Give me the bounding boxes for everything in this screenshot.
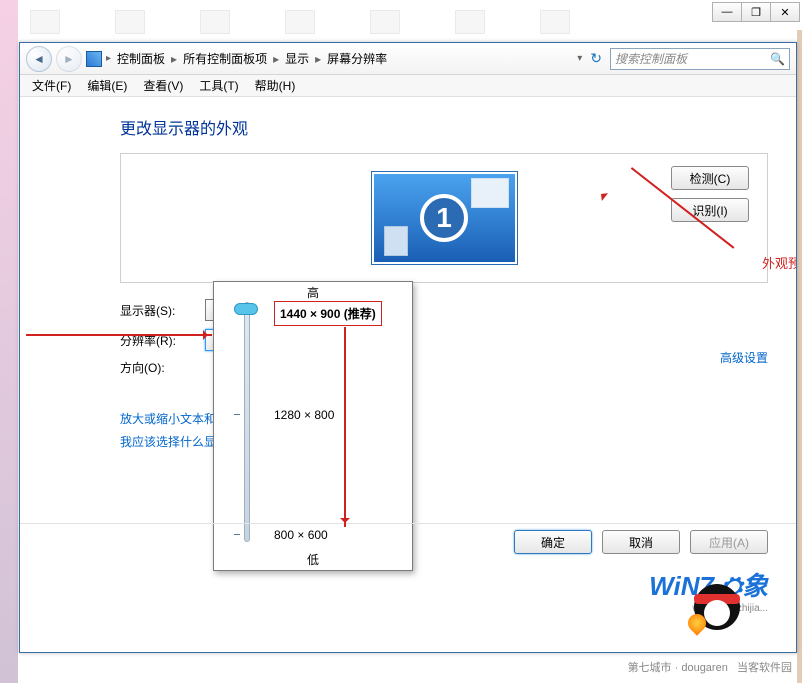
- close-button[interactable]: ✕: [770, 2, 800, 22]
- monitor-thumbnail[interactable]: 1: [372, 172, 517, 264]
- menu-view[interactable]: 查看(V): [135, 74, 191, 97]
- page-title: 更改显示器的外观: [120, 115, 768, 139]
- display-preview: 1 检测(C) 识别(I): [120, 153, 768, 283]
- resolution-slider-popup[interactable]: 高 1440 × 900 (推荐) 1280 × 800 800 × 600 低: [213, 281, 413, 571]
- watermark-footer: 第七城市 · dougaren 当客软件园: [628, 659, 792, 675]
- back-button[interactable]: ◄: [26, 46, 52, 72]
- orientation-label: 方向(O):: [120, 359, 205, 376]
- anno-down-arrow: [344, 327, 346, 527]
- menu-file[interactable]: 文件(F): [24, 74, 79, 97]
- slider-thumb[interactable]: [234, 303, 258, 315]
- minimize-button[interactable]: —: [712, 2, 742, 22]
- resolution-option-1280x800[interactable]: 1280 × 800: [274, 408, 334, 422]
- menu-tools[interactable]: 工具(T): [191, 74, 246, 97]
- slider-track[interactable]: [244, 302, 250, 542]
- search-placeholder: 搜索控制面板: [615, 50, 687, 67]
- explorer-window: ◄ ► ▸ 控制面板▸ 所有控制面板项▸ 显示▸ 屏幕分辨率 ▾ ↻ 搜索控制面…: [19, 42, 797, 653]
- advanced-settings-link[interactable]: 高级设置: [720, 349, 768, 366]
- slider-high-label: 高: [214, 282, 412, 303]
- maximize-button[interactable]: ❐: [741, 2, 771, 22]
- nav-bar: ◄ ► ▸ 控制面板▸ 所有控制面板项▸ 显示▸ 屏幕分辨率 ▾ ↻ 搜索控制面…: [20, 43, 796, 75]
- monitor-number: 1: [436, 202, 452, 234]
- resolution-option-800x600[interactable]: 800 × 600: [274, 528, 328, 542]
- refresh-icon[interactable]: ↻: [586, 50, 606, 67]
- menu-help[interactable]: 帮助(H): [247, 74, 304, 97]
- identify-button[interactable]: 识别(I): [671, 198, 749, 222]
- menu-bar: 文件(F) 编辑(E) 查看(V) 工具(T) 帮助(H): [20, 75, 796, 97]
- crumb-all-items[interactable]: 所有控制面板项: [181, 48, 269, 69]
- display-label: 显示器(S):: [120, 302, 205, 319]
- apply-button[interactable]: 应用(A): [690, 530, 768, 554]
- detect-button[interactable]: 检测(C): [671, 166, 749, 190]
- qq-penguin-icon: [688, 572, 746, 630]
- crumb-resolution[interactable]: 屏幕分辨率: [325, 48, 389, 69]
- forward-button[interactable]: ►: [56, 46, 82, 72]
- ok-button[interactable]: 确定: [514, 530, 592, 554]
- search-icon: 🔍: [770, 52, 785, 66]
- control-panel-icon: [86, 51, 102, 67]
- anno-slider-arrow: [26, 334, 212, 336]
- breadcrumb: 控制面板▸ 所有控制面板项▸ 显示▸ 屏幕分辨率: [115, 48, 389, 69]
- slider-low-label: 低: [214, 551, 412, 568]
- crumb-display[interactable]: 显示: [283, 48, 311, 69]
- crumb-control-panel[interactable]: 控制面板: [115, 48, 167, 69]
- resolution-option-1440x900[interactable]: 1440 × 900 (推荐): [274, 301, 382, 326]
- search-input[interactable]: 搜索控制面板 🔍: [610, 48, 790, 70]
- menu-edit[interactable]: 编辑(E): [79, 74, 135, 97]
- cancel-button[interactable]: 取消: [602, 530, 680, 554]
